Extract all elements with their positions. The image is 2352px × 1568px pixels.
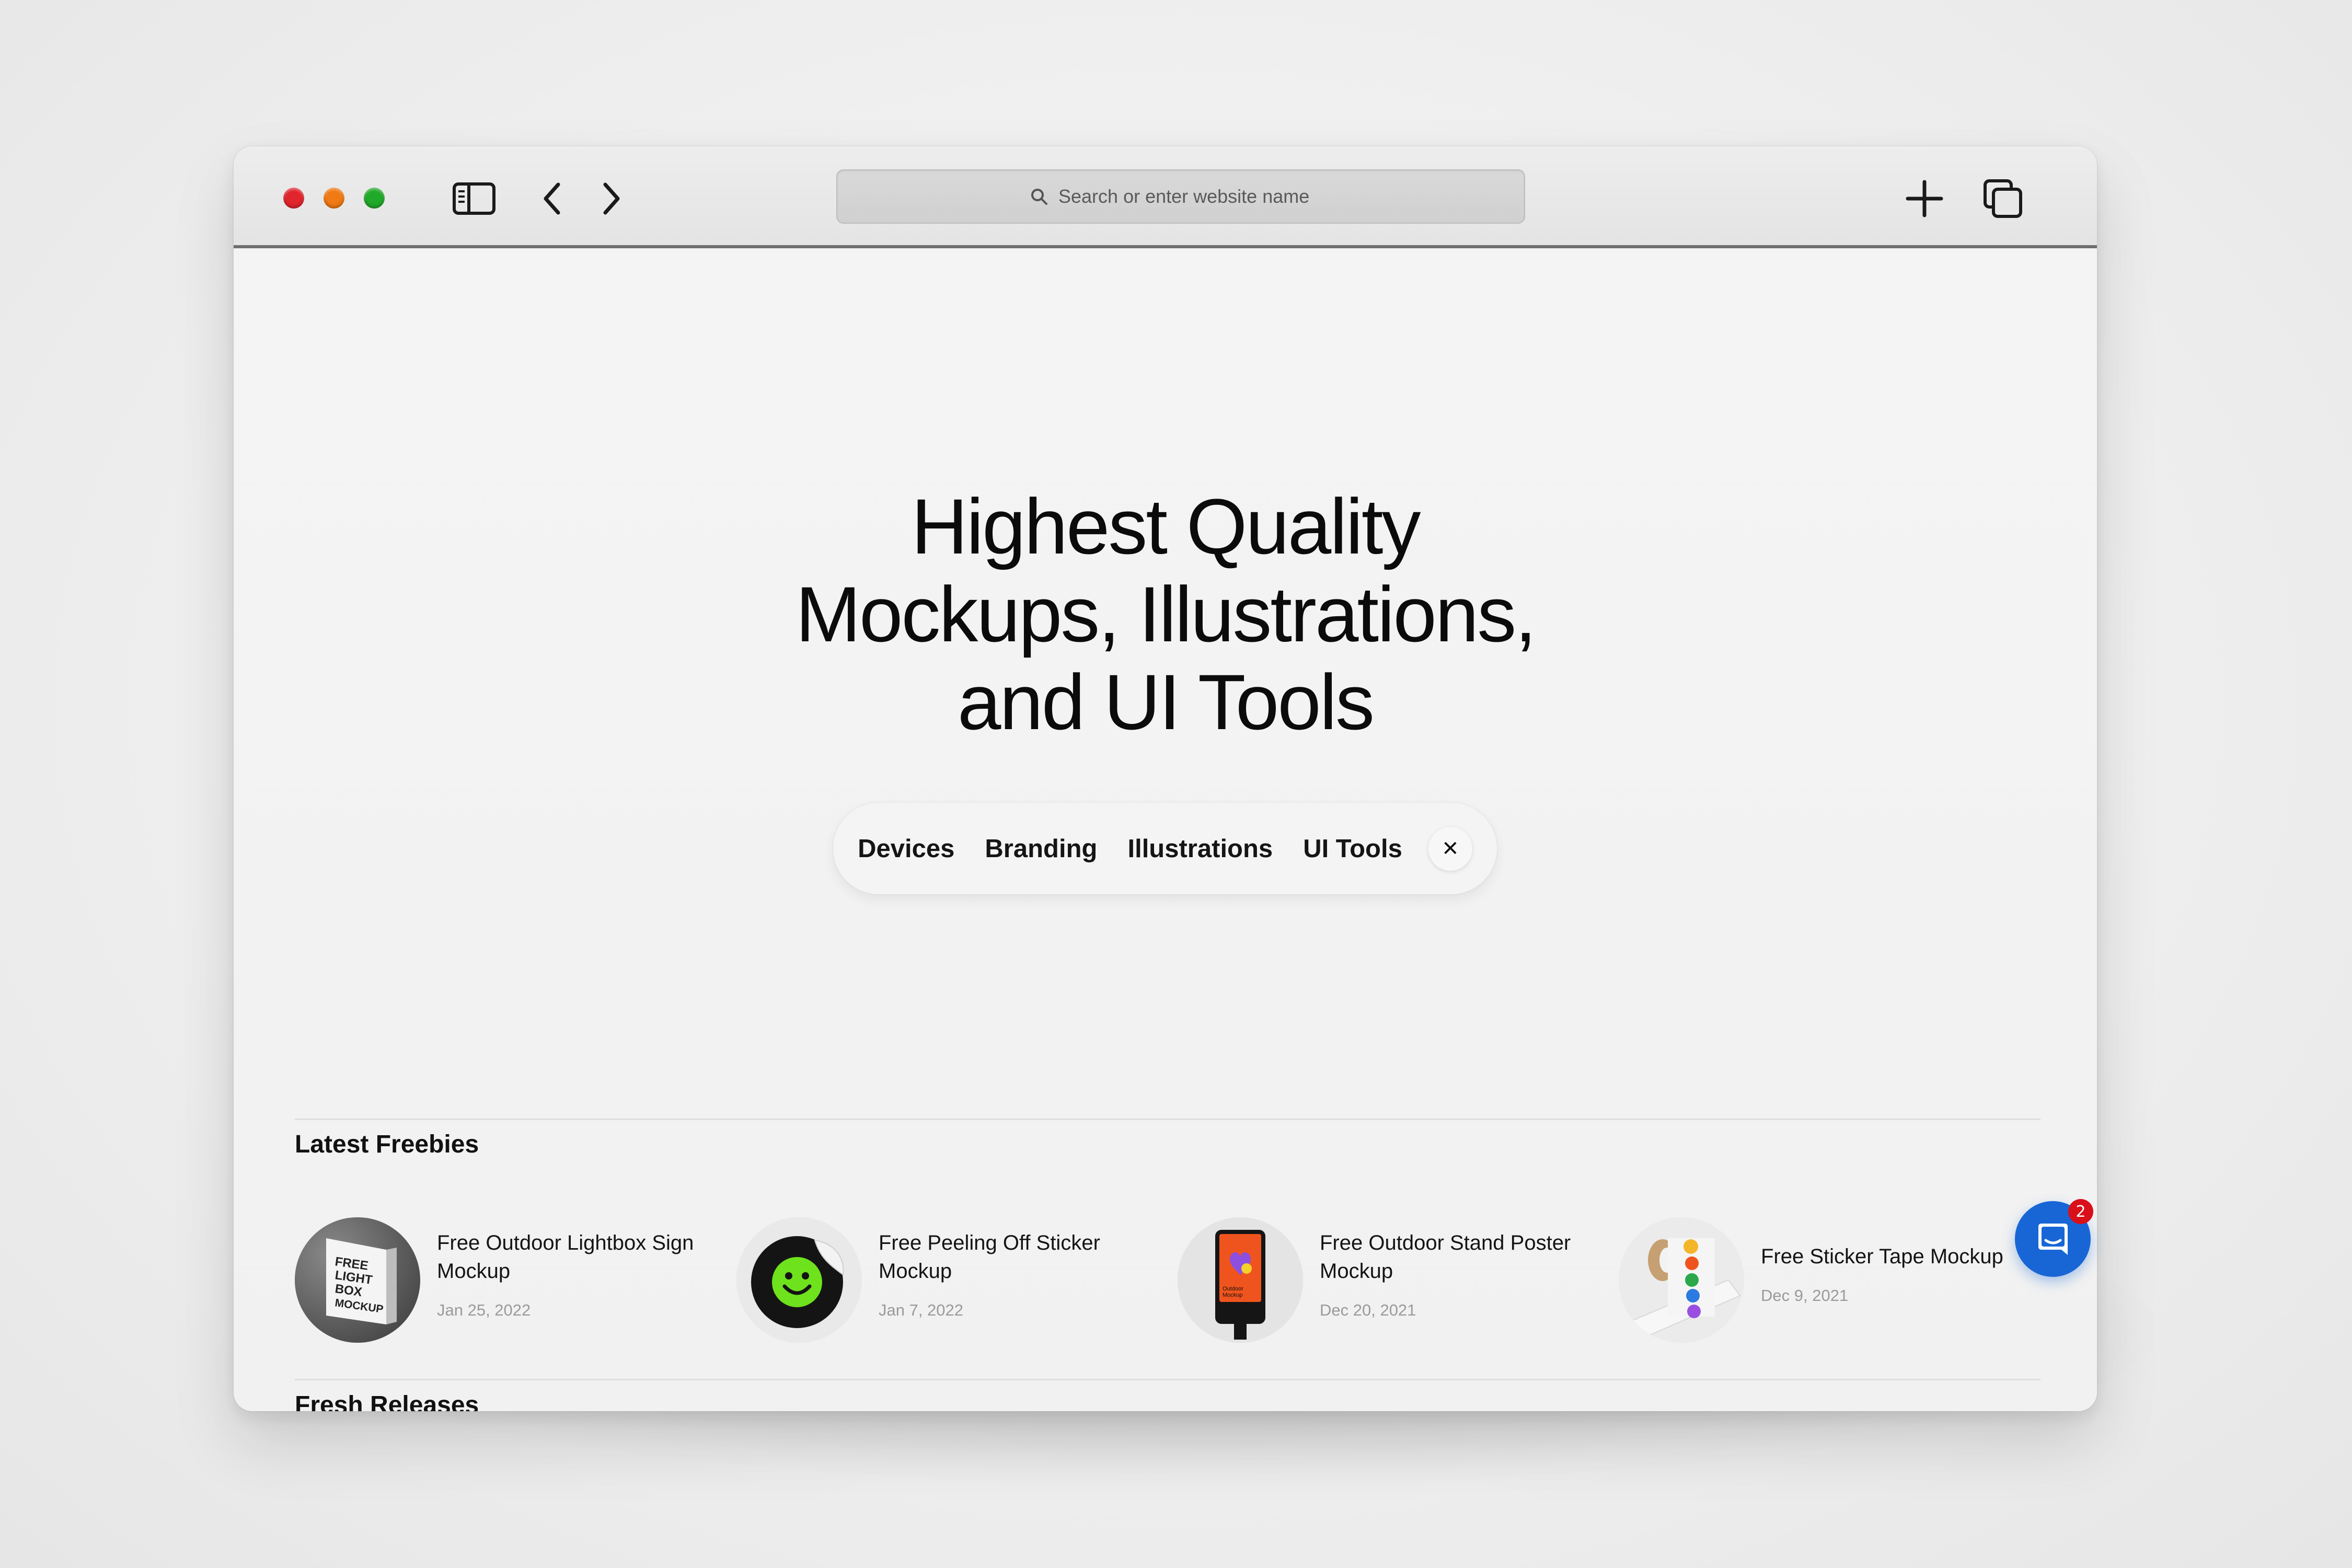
freebie-title-line: Mockup — [437, 1260, 511, 1283]
hero-heading-line: and UI Tools — [957, 658, 1375, 746]
freebie-title[interactable]: Free Outdoor Lightbox Sign Mockup — [437, 1229, 730, 1285]
category-link-devices[interactable]: Devices — [858, 834, 954, 863]
freebie-card[interactable]: Outdoor Mockup Free Outdoor Stand Poster… — [1178, 1217, 1617, 1345]
category-link-ui-tools[interactable]: UI Tools — [1303, 834, 1402, 863]
lightbox-sign-image: FREE LIGHT BOX MOCKUP — [295, 1217, 420, 1343]
freebie-card[interactable]: FREE LIGHT BOX MOCKUP Free Outdoor Light… — [295, 1217, 734, 1345]
section-divider — [295, 1119, 2040, 1120]
plus-icon — [1906, 180, 1943, 217]
minimize-window-button[interactable] — [324, 188, 344, 209]
chevron-left-icon — [544, 182, 560, 215]
freebie-date: Dec 9, 2021 — [1761, 1286, 1849, 1305]
chat-notification-badge: 2 — [2068, 1199, 2093, 1224]
freebie-title[interactable]: Free Outdoor Stand Poster Mockup — [1320, 1229, 1612, 1285]
address-input[interactable] — [1057, 185, 1331, 208]
freebie-title-line: Free Outdoor Lightbox Sign — [437, 1231, 694, 1254]
close-window-button[interactable] — [283, 188, 304, 209]
close-categories-button[interactable]: ✕ — [1428, 826, 1472, 871]
browser-window: Highest Quality Mockups, Illustrations, … — [234, 146, 2097, 1411]
sidebar-icon — [453, 182, 495, 215]
freebie-card[interactable]: Free Peeling Off Sticker Mockup Jan 7, 2… — [736, 1217, 1175, 1345]
hero-heading-line: Mockups, Illustrations, — [795, 570, 1537, 658]
freebie-title[interactable]: Free Peeling Off Sticker Mockup — [879, 1229, 1171, 1285]
freebie-thumbnail[interactable]: FREE LIGHT BOX MOCKUP — [295, 1217, 420, 1343]
browser-toolbar — [234, 146, 2097, 248]
hero-heading: Highest Quality Mockups, Illustrations, … — [234, 482, 2097, 746]
freebie-card[interactable]: Free Sticker Tape Mockup Dec 9, 2021 — [1619, 1217, 2058, 1345]
sticker-tape-image — [1619, 1217, 1744, 1343]
address-bar[interactable] — [836, 169, 1525, 224]
close-icon: ✕ — [1442, 837, 1459, 860]
web-page: Highest Quality Mockups, Illustrations, … — [234, 248, 2097, 1411]
thumb-text: Mockup — [1223, 1292, 1243, 1298]
freebie-date: Jan 7, 2022 — [879, 1301, 964, 1319]
freebie-title-line: Mockup — [879, 1260, 952, 1283]
fresh-releases-heading: Fresh Releases — [295, 1391, 479, 1411]
peeling-sticker-image — [736, 1217, 862, 1343]
category-filter-bar: Devices Branding Illustrations UI Tools … — [833, 803, 1497, 894]
latest-freebies-heading: Latest Freebies — [295, 1131, 479, 1158]
chat-icon — [2038, 1223, 2068, 1255]
freebie-date: Dec 20, 2021 — [1320, 1301, 1416, 1319]
sidebar-toggle-button[interactable] — [451, 178, 498, 220]
search-icon — [1031, 189, 1047, 205]
thumb-text: Outdoor — [1223, 1286, 1243, 1292]
tabs-overview-icon — [1984, 179, 2022, 218]
freebie-thumbnail[interactable]: Outdoor Mockup — [1178, 1217, 1303, 1343]
freebie-title-line: Free Outdoor Stand Poster — [1320, 1231, 1571, 1254]
freebie-title[interactable]: Free Sticker Tape Mockup — [1761, 1242, 2054, 1271]
chevron-right-icon — [603, 182, 620, 215]
tab-overview-button[interactable] — [1979, 178, 2026, 220]
stand-poster-image: Outdoor Mockup — [1178, 1217, 1303, 1343]
freebie-date: Jan 25, 2022 — [437, 1301, 531, 1319]
freebie-thumbnail[interactable] — [736, 1217, 862, 1343]
hero-heading-line: Highest Quality — [911, 482, 1421, 570]
category-link-branding[interactable]: Branding — [985, 834, 1097, 863]
back-button[interactable] — [529, 178, 576, 220]
forward-button[interactable] — [587, 178, 635, 220]
freebie-title-line: Free Peeling Off Sticker — [879, 1231, 1100, 1254]
zoom-window-button[interactable] — [364, 188, 385, 209]
freebie-thumbnail[interactable] — [1619, 1217, 1744, 1343]
category-link-illustrations[interactable]: Illustrations — [1127, 834, 1273, 863]
freebie-title-line: Free Sticker Tape Mockup — [1761, 1245, 2003, 1268]
new-tab-button[interactable] — [1901, 178, 1948, 220]
freebie-title-line: Mockup — [1320, 1260, 1393, 1283]
section-divider — [295, 1379, 2040, 1380]
